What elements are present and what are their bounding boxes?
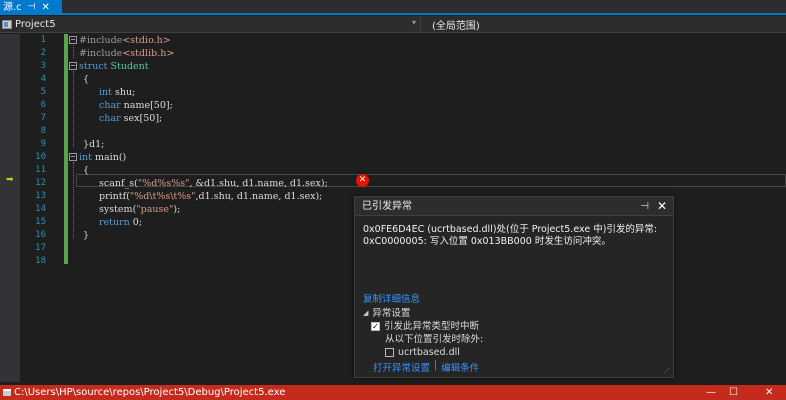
exception-settings: ◢ 异常设置 ✓ 引发此异常类型时中断 从以下位置引发时除外: ucrtbase… [363,307,483,359]
module-exclusion-option[interactable]: ucrtbased.dll [363,346,483,359]
except-when-thrown-from: 从以下位置引发时除外: [385,334,484,345]
line-number: 11 [35,165,46,175]
line-number: 3 [40,61,46,71]
edit-conditions-link[interactable]: 编辑条件 [441,360,479,374]
copy-details-link[interactable]: 复制详细信息 [363,291,420,305]
outline-guide [73,71,74,147]
indicator-margin[interactable]: ➡ [0,34,20,382]
line-number: 8 [40,126,46,136]
maximize-icon[interactable]: ☐ [729,385,738,400]
collapse-icon[interactable]: − [69,153,77,161]
scope-dropdown[interactable]: (全局范围) [432,17,480,32]
chevron-down-icon[interactable]: ▾ [412,18,416,27]
code-line-14: system("pause"); [99,204,181,215]
tab-label: 源.c [3,2,22,13]
outline-guide [73,45,74,58]
line-number: 6 [40,100,46,110]
line-number: 17 [35,243,46,253]
line-number: 1 [40,35,46,45]
line-number-gutter: 1 2 3 4 5 6 7 8 9 10 11 12 13 14 15 16 1… [20,34,64,382]
change-tracking-bar [64,34,68,264]
tab-source-file[interactable]: 源.c ⊣ ✕ [0,0,62,15]
exception-helper-popup: 已引发异常 ⊣ ✕ 0x0FE6D4EC (ucrtbased.dll)处(位于… [354,196,674,378]
document-tab-strip: 源.c ⊣ ✕ [0,0,786,15]
code-line-6: char name[50]; [99,100,173,111]
code-editor[interactable]: ➡ 1 2 3 4 5 6 7 8 9 10 11 12 13 14 15 16… [0,34,786,382]
code-line-16: } [83,230,90,241]
console-window-titlebar[interactable]: C:\Users\HP\source\repos\Project5\Debug\… [0,385,786,400]
expand-triangle-icon: ◢ [363,309,369,317]
code-line-7: char sex[50]; [99,113,163,124]
break-on-exception-label: 引发此异常类型时中断 [384,321,480,332]
line-number: 10 [35,152,46,162]
code-line-5: int shu; [99,87,136,98]
close-icon[interactable]: ✕ [765,385,773,400]
line-number: 16 [35,230,46,240]
close-icon[interactable]: ✕ [42,0,50,15]
scope-label: (全局范围) [432,21,480,32]
link-separator: | [434,360,438,371]
line-number: 7 [40,113,46,123]
code-line-12: scanf_s("%d%s%s", &d1.shu, d1.name, d1.s… [99,178,328,189]
code-line-11: { [83,165,90,176]
line-number: 2 [40,48,46,58]
code-line-2: #include<stdlib.h> [79,48,175,59]
code-line-1: #include<stdio.h> [79,35,171,46]
code-line-13: printf("%d\t%s\t%s",d1.shu, d1.name, d1.… [99,191,323,202]
exception-popup-header: 已引发异常 ⊣ ✕ [355,197,673,216]
line-number: 9 [40,139,46,149]
collapse-icon[interactable]: − [69,62,77,70]
exception-message-line-1: 0x0FE6D4EC (ucrtbased.dll)处(位于 Project5.… [363,224,658,235]
console-window-icon [3,389,11,396]
line-number: 15 [35,217,46,227]
nav-divider [420,17,421,32]
line-number: 14 [35,204,46,214]
outline-guide [73,162,74,238]
code-line-4: { [83,74,90,85]
minimize-icon[interactable]: — [706,385,716,400]
module-exclusion-label: ucrtbased.dll [398,347,460,358]
project-name: Project5 [15,19,56,30]
code-line-3: struct Student [79,61,149,72]
line-number: 13 [35,191,46,201]
exception-popup-title: 已引发异常 [362,201,412,212]
project-dropdown[interactable]: Project5 ▾ [2,17,418,32]
project-icon [2,20,12,29]
current-statement-arrow-icon: ➡ [6,175,14,185]
collapse-icon[interactable]: − [69,36,77,44]
code-line-15: return 0; [99,217,143,228]
exception-settings-header: 异常设置 [372,308,411,319]
navigation-bar: Project5 ▾ (全局范围) [0,16,786,33]
open-exception-settings-link[interactable]: 打开异常设置 [373,360,430,374]
exception-popup-actions: 打开异常设置 | 编辑条件 [373,360,479,374]
pin-icon[interactable]: ⊣ [640,197,649,216]
close-icon[interactable]: ✕ [657,197,667,216]
code-line-10: int main() [79,152,127,163]
break-on-exception-checkbox[interactable]: ✓ [371,322,380,331]
line-number: 5 [40,87,46,97]
exception-settings-toggle[interactable]: ◢ 异常设置 [363,307,483,320]
console-window-title: C:\Users\HP\source\repos\Project5\Debug\… [14,387,286,398]
exception-message: 0x0FE6D4EC (ucrtbased.dll)处(位于 Project5.… [363,224,668,248]
resize-grip-icon[interactable]: ⋰ [663,367,670,375]
line-number: 12 [35,178,46,188]
code-line-9: }d1; [83,139,105,150]
exception-message-line-2: 0xC0000005: 写入位置 0x013BB000 时发生访问冲突。 [363,236,611,247]
module-exclusion-checkbox[interactable] [385,348,394,357]
exception-error-icon[interactable]: ✕ [356,174,369,187]
pin-icon[interactable]: ⊣ [28,0,36,15]
break-on-exception-option[interactable]: ✓ 引发此异常类型时中断 [363,320,483,333]
line-number: 4 [40,74,46,84]
line-number: 18 [35,256,46,266]
